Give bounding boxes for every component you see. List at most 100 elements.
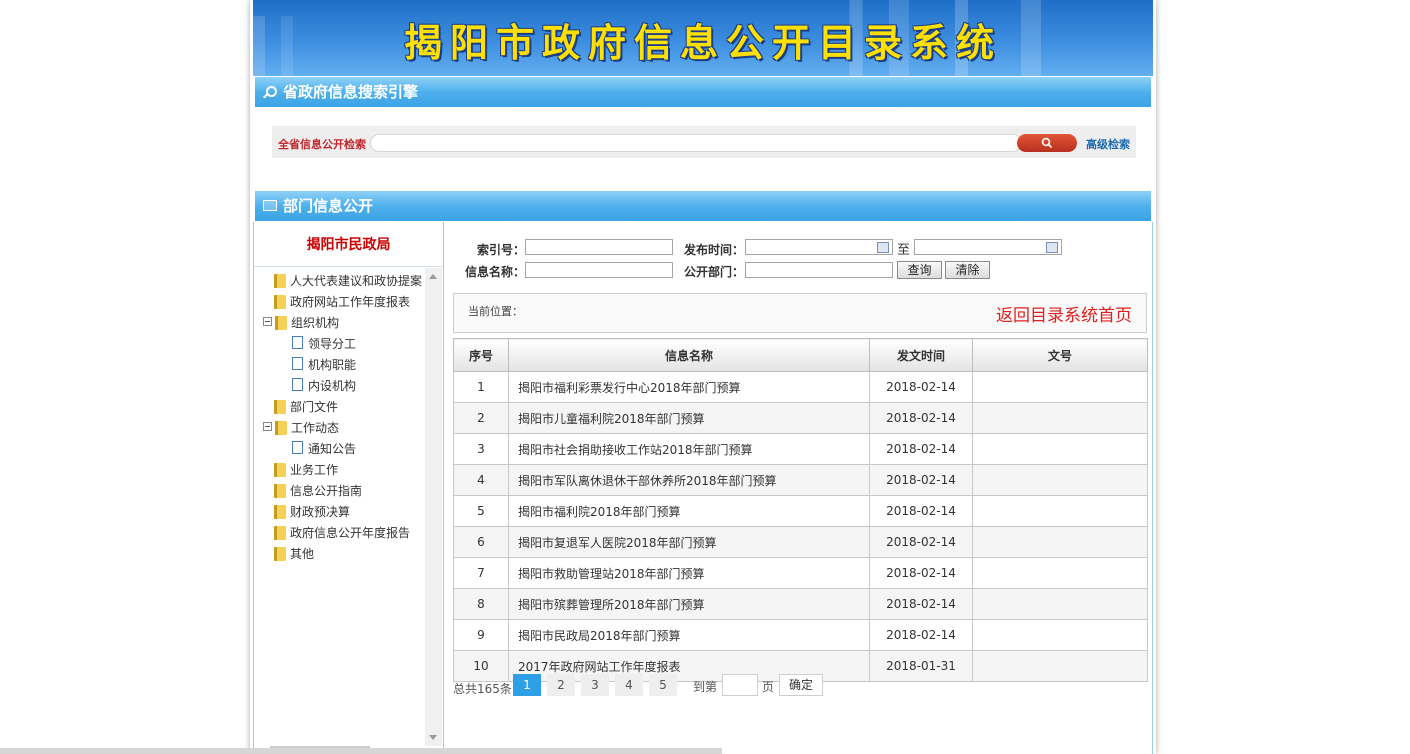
calendar-icon[interactable] <box>1046 242 1058 253</box>
tree-item-annual-report[interactable]: 政府信息公开年度报告 <box>274 524 410 542</box>
sidebar-divider <box>254 266 443 267</box>
goto-confirm-button[interactable]: 确定 <box>779 674 823 696</box>
page-suffix-label: 页 <box>762 680 775 694</box>
content-panel: 索引号： 发布时间： 至 信息名称： 公开部门： 查询 清除 当前位置： 返回目… <box>444 222 1150 754</box>
location-bar: 当前位置： 返回目录系统首页 <box>453 293 1147 333</box>
tree-item-other[interactable]: 其他 <box>274 545 314 563</box>
row-title-link[interactable]: 揭阳市儿童福利院2018年部门预算 <box>508 402 870 434</box>
row-title-link[interactable]: 揭阳市福利彩票发行中心2018年部门预算 <box>508 371 870 403</box>
banner: 揭阳市政府信息公开目录系统 <box>253 0 1153 76</box>
page-2-button[interactable]: 2 <box>547 674 575 696</box>
row-title-link[interactable]: 揭阳市社会捐助接收工作站2018年部门预算 <box>508 433 870 465</box>
folder-icon <box>274 484 286 498</box>
dept-section-title: 部门信息公开 <box>283 197 374 215</box>
table-row: 8 揭阳市殡葬管理所2018年部门预算 2018-02-14 <box>453 588 1148 620</box>
search-section-header: 省政府信息搜索引擎 <box>255 77 1151 107</box>
tree-item-notices[interactable]: 通知公告 <box>292 440 356 458</box>
tree-item-budget[interactable]: 财政预决算 <box>274 503 350 521</box>
tree-item-website-report[interactable]: 政府网站工作年度报表 <box>274 293 410 311</box>
tree-item-dept-files[interactable]: 部门文件 <box>274 398 338 416</box>
tree-item-leadership[interactable]: 领导分工 <box>292 335 356 353</box>
table-row: 5 揭阳市福利院2018年部门预算 2018-02-14 <box>453 495 1148 527</box>
main-area: 揭阳市民政局 人大代表建议和政协提案 政府网站工作年度报表 组织机构 领导分工 … <box>253 222 1153 754</box>
tree-scrollbar[interactable] <box>425 268 442 746</box>
sidebar: 揭阳市民政局 人大代表建议和政协提案 政府网站工作年度报表 组织机构 领导分工 … <box>254 222 444 754</box>
dept-label: 公开部门： <box>684 265 745 279</box>
current-location-label: 当前位置： <box>468 305 523 318</box>
table-row: 9 揭阳市民政局2018年部门预算 2018-02-14 <box>453 619 1148 651</box>
clear-button[interactable]: 清除 <box>945 261 990 279</box>
header-no: 序号 <box>453 338 509 372</box>
tree-item-business[interactable]: 业务工作 <box>274 461 338 479</box>
folder-icon <box>274 547 286 561</box>
scroll-up-icon[interactable] <box>429 274 437 279</box>
department-name: 揭阳市民政局 <box>306 237 391 253</box>
table-row: 6 揭阳市复退军人医院2018年部门预算 2018-02-14 <box>453 526 1148 558</box>
pagination: 总共165条 1 2 3 4 5 到第 页 确定 <box>453 674 1153 696</box>
dept-section-header: 部门信息公开 <box>255 191 1151 221</box>
calendar-icon[interactable] <box>877 242 889 253</box>
info-name-label: 信息名称： <box>465 265 526 279</box>
page-1-button[interactable]: 1 <box>513 674 541 696</box>
collapse-icon[interactable] <box>263 422 272 431</box>
document-icon <box>292 357 303 370</box>
info-table: 序号 信息名称 发文时间 文号 1 揭阳市福利彩票发行中心2018年部门预算 201… <box>453 338 1148 682</box>
tree-item-organization[interactable]: 组织机构 <box>263 314 339 332</box>
folder-icon <box>275 316 287 330</box>
page-container: 揭阳市政府信息公开目录系统 省政府信息搜索引擎 全省信息公开检索 高级检索 部门… <box>250 0 1156 754</box>
goto-label: 到第 <box>693 680 718 694</box>
table-row: 4 揭阳市军队离休退休干部休养所2018年部门预算 2018-02-14 <box>453 464 1148 496</box>
tree-item-npc-proposals[interactable]: 人大代表建议和政协提案 <box>274 272 422 290</box>
page-number-input[interactable] <box>722 674 758 696</box>
tree-item-work-news[interactable]: 工作动态 <box>263 419 339 437</box>
row-title-link[interactable]: 揭阳市福利院2018年部门预算 <box>508 495 870 527</box>
index-input[interactable] <box>525 239 673 255</box>
tree-item-functions[interactable]: 机构职能 <box>292 356 356 374</box>
search-input[interactable] <box>370 134 1022 152</box>
header-date: 发文时间 <box>869 338 973 372</box>
table-header-row: 序号 信息名称 发文时间 文号 <box>453 338 1148 372</box>
page-3-button[interactable]: 3 <box>581 674 609 696</box>
folder-icon <box>274 526 286 540</box>
banner-title: 揭阳市政府信息公开目录系统 <box>403 20 1002 65</box>
folder-icon <box>274 274 286 288</box>
row-title-link[interactable]: 揭阳市殡葬管理所2018年部门预算 <box>508 588 870 620</box>
search-label: 全省信息公开检索 <box>278 138 366 151</box>
info-name-input[interactable] <box>525 262 673 278</box>
folder-icon <box>274 505 286 519</box>
row-title-link[interactable]: 揭阳市军队离休退休干部休养所2018年部门预算 <box>508 464 870 496</box>
collapse-icon[interactable] <box>263 317 272 326</box>
advanced-search-link[interactable]: 高级检索 <box>1086 136 1130 152</box>
search-icon <box>1041 137 1053 149</box>
search-button[interactable] <box>1017 134 1077 152</box>
tree-item-internal-units[interactable]: 内设机构 <box>292 377 356 395</box>
row-title-link[interactable]: 揭阳市民政局2018年部门预算 <box>508 619 870 651</box>
id-card-icon <box>263 200 277 211</box>
folder-icon <box>274 463 286 477</box>
tree-item-guide[interactable]: 信息公开指南 <box>274 482 362 500</box>
dept-input[interactable] <box>745 262 893 278</box>
date-from-input[interactable] <box>745 239 893 255</box>
page-5-button[interactable]: 5 <box>649 674 677 696</box>
page-horizontal-scrollbar[interactable] <box>0 748 722 754</box>
search-band: 全省信息公开检索 高级检索 <box>272 126 1136 158</box>
folder-icon <box>274 295 286 309</box>
document-icon <box>292 336 303 349</box>
query-button[interactable]: 查询 <box>897 261 942 279</box>
header-name: 信息名称 <box>508 338 870 372</box>
folder-icon <box>274 400 286 414</box>
back-to-home-link[interactable]: 返回目录系统首页 <box>996 301 1132 326</box>
row-title-link[interactable]: 揭阳市救助管理站2018年部门预算 <box>508 557 870 589</box>
index-label: 索引号： <box>477 243 526 257</box>
total-count: 总共165条 <box>453 682 512 696</box>
date-to-label: 至 <box>897 243 911 258</box>
row-title-link[interactable]: 揭阳市复退军人医院2018年部门预算 <box>508 526 870 558</box>
date-to-input[interactable] <box>914 239 1062 255</box>
header-doc-no: 文号 <box>972 338 1148 372</box>
search-section-title: 省政府信息搜索引擎 <box>283 83 419 101</box>
table-row: 1 揭阳市福利彩票发行中心2018年部门预算 2018-02-14 <box>453 371 1148 403</box>
category-tree: 人大代表建议和政协提案 政府网站工作年度报表 组织机构 领导分工 机构职能 内设… <box>254 270 425 740</box>
scroll-down-icon[interactable] <box>429 735 437 740</box>
page-4-button[interactable]: 4 <box>615 674 643 696</box>
date-label: 发布时间： <box>684 243 745 257</box>
